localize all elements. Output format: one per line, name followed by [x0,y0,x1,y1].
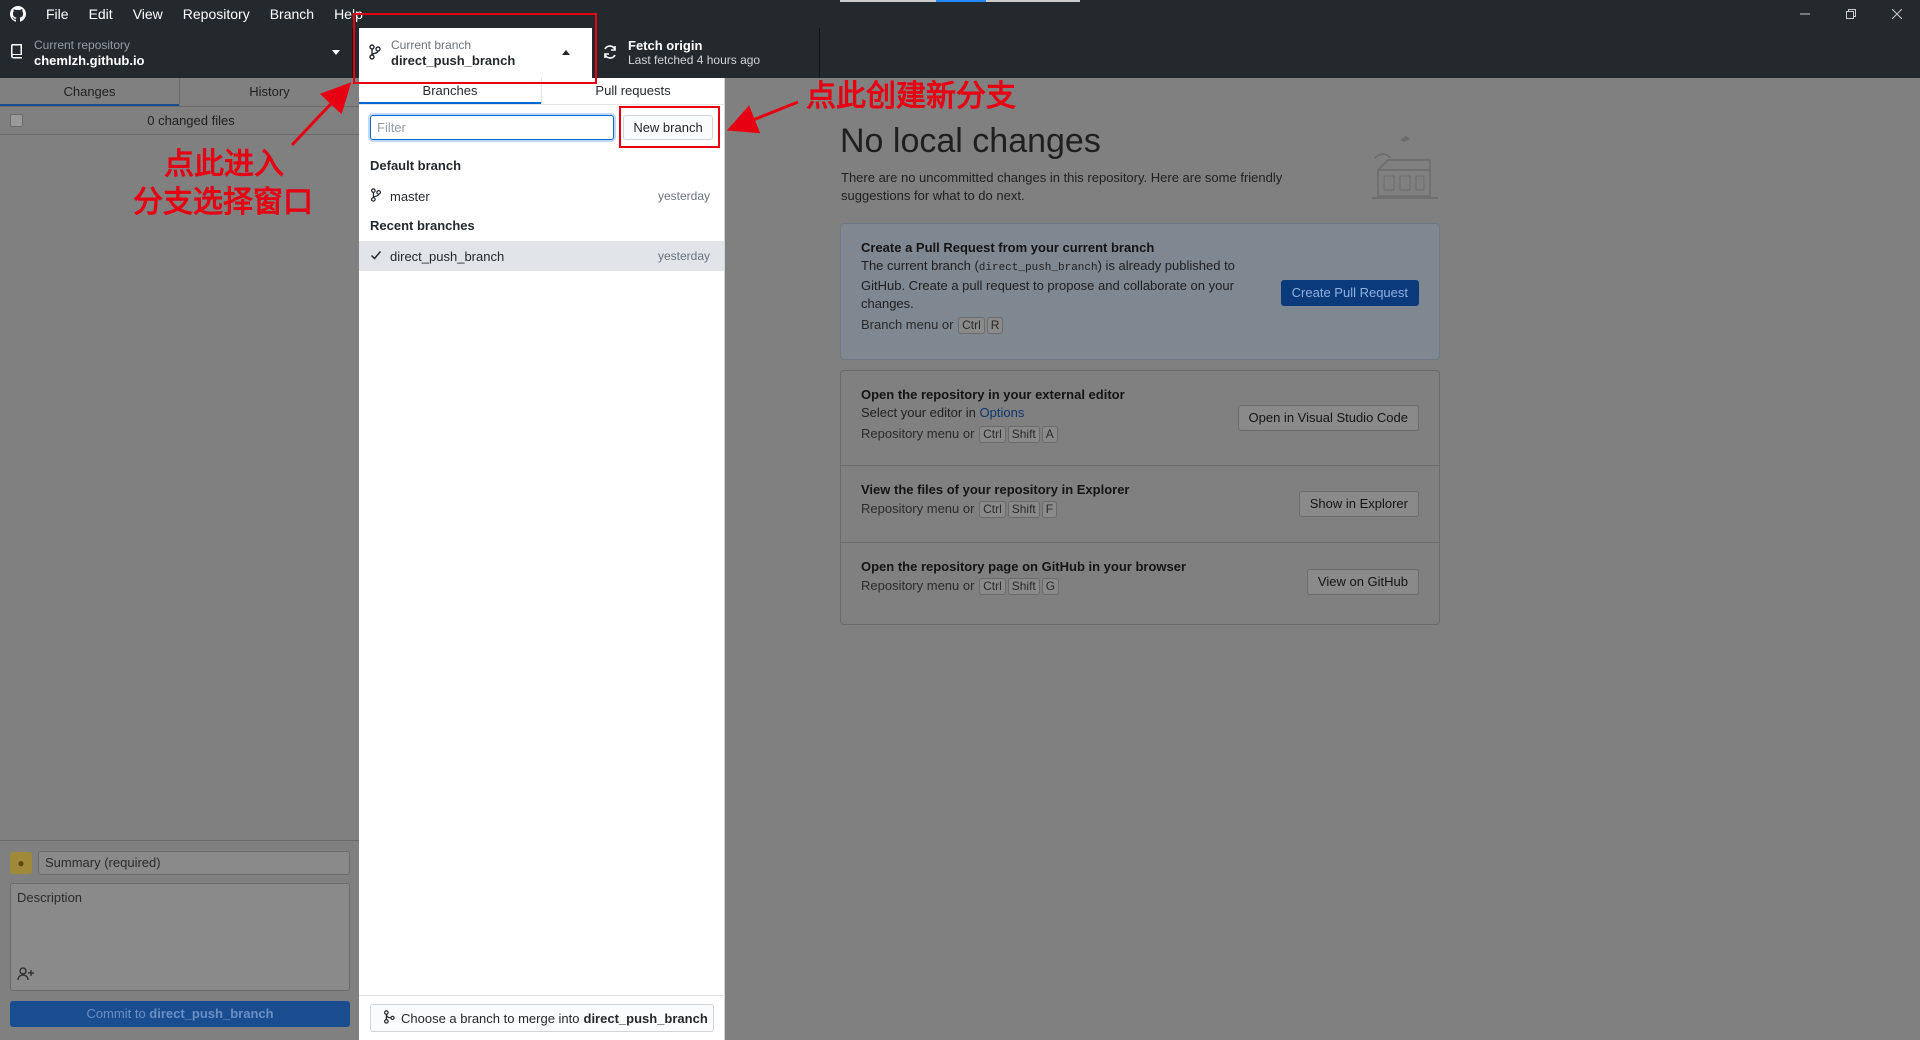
current-repository-button[interactable]: Current repository chemlzh.github.io [0,28,353,78]
github-logo-icon [0,0,36,28]
page-title: No local changes [840,122,1101,160]
shortcut-key: Shift [1007,426,1040,443]
menu-view[interactable]: View [123,0,173,28]
view-on-github-button[interactable]: View on GitHub [1306,569,1419,595]
empty-state-illustration [1370,128,1440,203]
changed-files-count: 0 changed files [147,113,235,128]
page-description: There are no uncommitted changes in this… [841,170,1283,203]
annotation-enter-line1: 点此进入 [164,147,284,182]
create-pull-request-button[interactable]: Create Pull Request [1280,279,1419,306]
sync-icon [602,44,618,63]
branch-item-master[interactable]: master yesterday [359,181,724,211]
divider [359,995,725,996]
title-decoration [840,0,1080,2]
tab-changes[interactable]: Changes [0,78,179,106]
shortcut-key: Ctrl [979,501,1006,518]
tab-history[interactable]: History [179,78,359,106]
shortcut-key: A [1041,426,1058,443]
editor-card-hint: Repository menu or [861,426,975,441]
description-placeholder: Description [17,890,83,905]
shortcut-key: G [1041,578,1060,595]
repository-icon [10,43,24,63]
annotation-enter-line2: 分支选择窗口 [133,185,313,220]
pr-card-text-before: The current branch ( [861,258,979,273]
shortcut-key: Ctrl [979,426,1006,443]
github-card-hint: Repository menu or [861,578,975,593]
menu-branch[interactable]: Branch [260,0,324,28]
branch-date: yesterday [657,249,710,263]
commit-button[interactable]: Commit to direct_push_branch [10,1001,350,1027]
repository-label: Current repository [34,38,131,52]
annotation-create-branch: 点此创建新分支 [806,79,1016,114]
menu-edit[interactable]: Edit [79,0,123,28]
window-controls [1782,0,1920,28]
chevron-down-icon [332,50,340,55]
shortcut-key: Ctrl [958,317,985,334]
menu-bar: File Edit View Repository Branch Help [36,0,373,28]
close-icon[interactable] [1874,0,1920,28]
title-bar: File Edit View Repository Branch Help [0,0,1920,28]
git-branch-icon [370,187,382,205]
view-on-github-section: Open the repository page on GitHub in yo… [841,543,1439,621]
show-in-explorer-section: View the files of your repository in Exp… [841,466,1439,543]
shortcut-key: Ctrl [979,578,1006,595]
editor-card-title: Open the repository in your external edi… [861,387,1125,402]
commit-branch: direct_push_branch [149,1006,274,1021]
pr-card-title: Create a Pull Request from your current … [861,240,1155,255]
sidebar: Changes History 0 changed files ● Summar… [0,78,360,1040]
branch-date: yesterday [657,189,710,203]
fetch-subtitle: Last fetched 4 hours ago [628,53,761,67]
branch-filter-input[interactable]: Filter [370,115,614,140]
default-branch-heading: Default branch [370,158,462,173]
check-icon [370,249,382,264]
merge-into-button[interactable]: Choose a branch to merge into direct_pus… [370,1004,714,1032]
commit-prefix: Commit to [86,1006,146,1021]
fetch-origin-button[interactable]: Fetch origin Last fetched 4 hours ago [592,28,820,78]
open-editor-section: Open the repository in your external edi… [841,371,1439,466]
select-all-checkbox[interactable] [10,114,23,127]
shortcut-key: Shift [1007,578,1040,595]
branch-name: direct_push_branch [390,248,505,264]
commit-area: ● Summary (required) Description Commit … [0,840,360,1040]
git-merge-icon [383,1009,395,1027]
merge-target-branch: direct_push_branch [583,1010,708,1026]
open-in-vscode-button[interactable]: Open in Visual Studio Code [1237,405,1419,431]
avatar: ● [10,852,32,874]
menu-file[interactable]: File [36,0,79,28]
merge-label: Choose a branch to merge into [401,1010,580,1026]
fetch-title: Fetch origin [628,38,703,53]
description-field[interactable]: Description [10,883,350,991]
highlight-current-branch [353,13,597,84]
editor-card-text: Select your editor in [861,405,976,420]
recent-branches-heading: Recent branches [370,218,475,233]
repository-name: chemlzh.github.io [34,53,145,68]
changed-files-header: 0 changed files [0,107,359,135]
actions-card: Open the repository in your external edi… [840,370,1440,625]
shortcut-key: R [986,317,1004,334]
explorer-card-hint: Repository menu or [861,501,975,516]
pull-request-card: Create a Pull Request from your current … [840,223,1440,360]
add-coauthor-icon[interactable] [17,967,35,984]
branch-name: master [390,188,430,204]
options-link[interactable]: Options [980,405,1025,420]
branch-item-direct-push-branch[interactable]: direct_push_branch yesterday [359,241,724,271]
shortcut-key: F [1041,501,1058,518]
minimize-icon[interactable] [1782,0,1828,28]
shortcut-key: Shift [1007,501,1040,518]
sidebar-tabs: Changes History [0,78,359,107]
menu-repository[interactable]: Repository [173,0,260,28]
restore-icon[interactable] [1828,0,1874,28]
toolbar: Current repository chemlzh.github.io Cur… [0,28,1920,78]
show-in-explorer-button[interactable]: Show in Explorer [1298,491,1419,517]
pr-card-branch-code: direct_push_branch [978,262,1098,274]
branch-dropdown: Branches Pull requests Filter New branch… [359,78,725,1040]
pr-card-hint: Branch menu or [861,317,954,332]
summary-input[interactable]: Summary (required) [38,851,350,875]
highlight-new-branch [619,106,720,148]
